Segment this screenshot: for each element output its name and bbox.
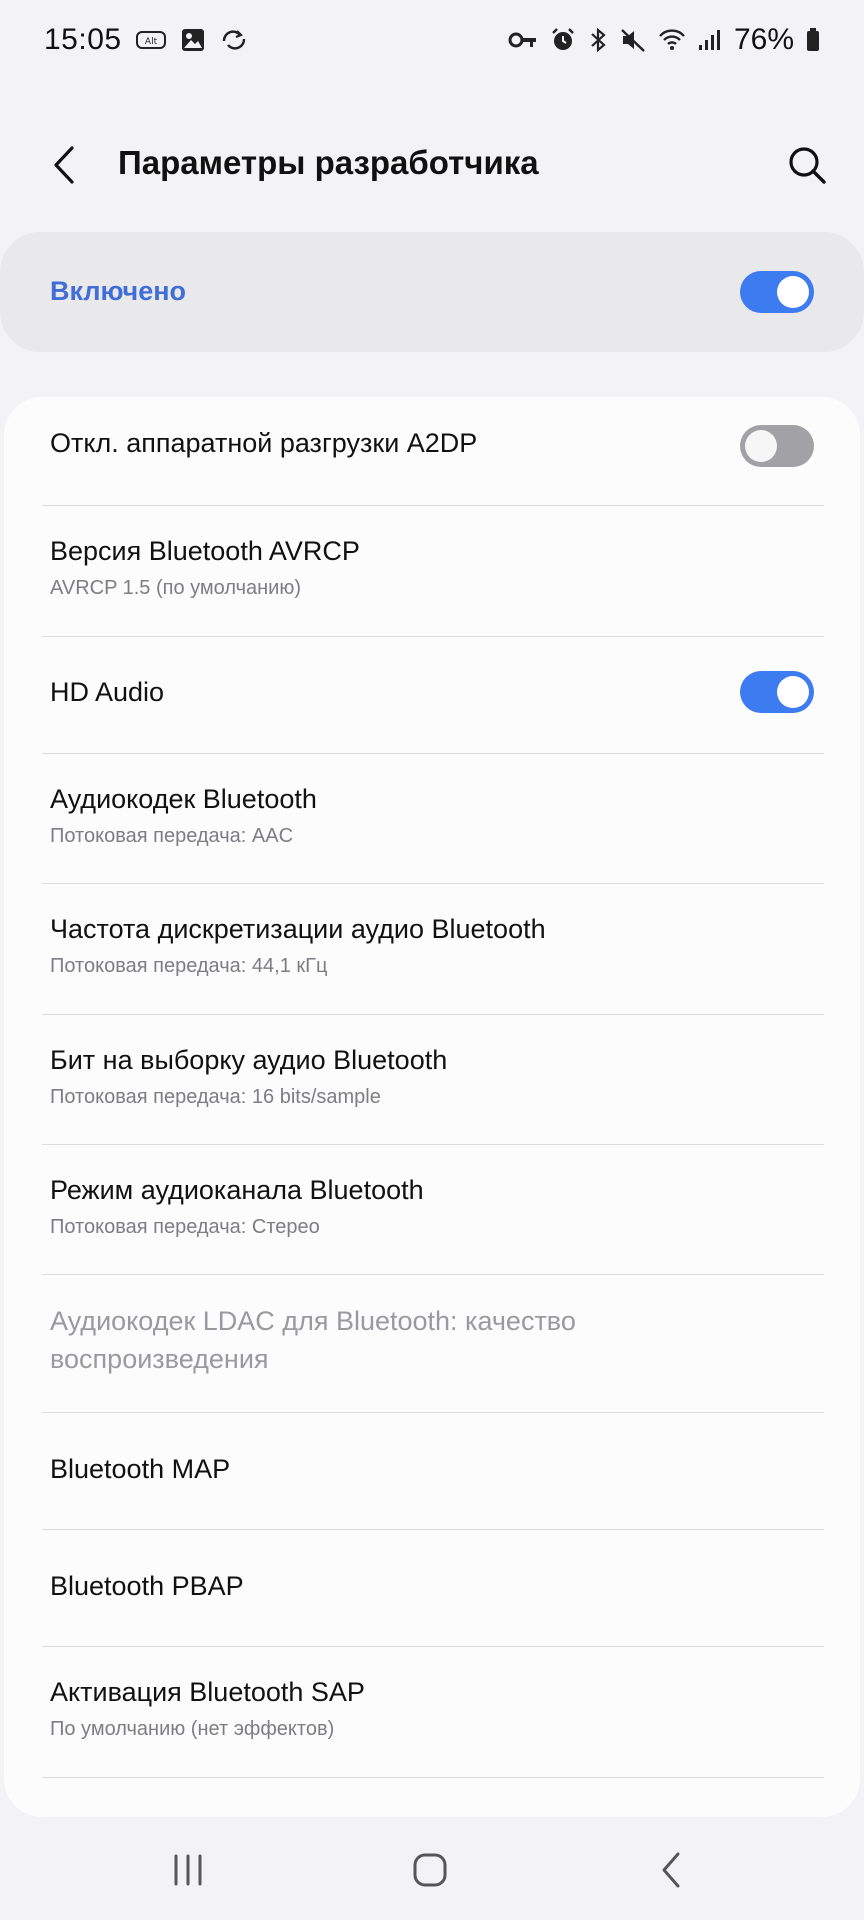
list-item-channel-mode[interactable]: Режим аудиоканала Bluetooth Потоковая пе… (4, 1145, 860, 1275)
hd-audio-toggle[interactable] (740, 671, 814, 713)
system-back-button[interactable] (642, 1848, 702, 1892)
item-label: Аудиокодек Bluetooth (50, 784, 317, 814)
item-sublabel: Потоковая передача: Стерео (50, 1216, 320, 1238)
item-label: Откл. аппаратной разгрузки A2DP (50, 428, 478, 458)
status-bar: 15:05 Alt 76% (0, 0, 864, 80)
key-icon (508, 28, 538, 52)
list-item-hd-audio[interactable]: HD Audio (4, 637, 860, 754)
item-sublabel: По умолчанию (нет эффектов) (50, 1718, 335, 1740)
list-item-sample-rate[interactable]: Частота дискретизации аудио Bluetooth По… (4, 884, 860, 1014)
bluetooth-icon (588, 27, 608, 53)
toggle-knob (777, 676, 809, 708)
item-label: Частота дискретизации аудио Bluetooth (50, 914, 546, 944)
navigation-bar (0, 1820, 864, 1920)
a2dp-offload-toggle[interactable] (740, 425, 814, 467)
list-item-ldac-quality: Аудиокодек LDAC для Bluetooth: качество … (4, 1275, 860, 1413)
recent-apps-icon (174, 1854, 202, 1886)
list-item-audio-codec[interactable]: Аудиокодек Bluetooth Потоковая передача:… (4, 754, 860, 884)
page-title: Параметры разработчика (118, 144, 539, 181)
app-bar: Параметры разработчика (0, 120, 864, 210)
item-label: Bluetooth MAP (50, 1454, 231, 1484)
item-sublabel: Потоковая передача: AAC (50, 825, 294, 847)
item-sublabel: Потоковая передача: 16 bits/sample (50, 1086, 381, 1108)
settings-list: Откл. аппаратной разгрузки A2DP Версия B… (4, 397, 860, 1817)
home-icon (413, 1853, 447, 1887)
gallery-icon (180, 27, 206, 53)
battery-icon (806, 28, 820, 52)
master-switch-label: Включено (50, 276, 187, 306)
toggle-knob (745, 430, 777, 462)
divider (42, 1777, 824, 1778)
developer-options-master-switch[interactable]: Включено (0, 232, 864, 352)
battery-percent: 76% (733, 23, 794, 56)
list-item-bits-per-sample[interactable]: Бит на выборку аудио Bluetooth Потоковая… (4, 1015, 860, 1145)
list-item-bluetooth-pbap[interactable]: Bluetooth PBAP (4, 1530, 860, 1646)
item-label: HD Audio (50, 677, 165, 707)
list-item-bluetooth-map[interactable]: Bluetooth MAP (4, 1413, 860, 1529)
list-item-bluetooth-sap[interactable]: Активация Bluetooth SAP По умолчанию (не… (4, 1647, 860, 1777)
item-label: Режим аудиоканала Bluetooth (50, 1175, 424, 1205)
svg-text:Alt: Alt (144, 37, 157, 47)
toggle-knob (777, 276, 809, 308)
search-icon (789, 147, 826, 184)
item-sublabel: AVRCP 1.5 (по умолчанию) (50, 577, 302, 599)
back-icon (662, 1852, 680, 1888)
item-label: Версия Bluetooth AVRCP (50, 536, 360, 566)
recent-apps-button[interactable] (158, 1848, 218, 1892)
list-item-a2dp-offload[interactable]: Откл. аппаратной разгрузки A2DP (4, 397, 860, 505)
item-sublabel: Потоковая передача: 44,1 кГц (50, 955, 328, 977)
item-label: Аудиокодек LDAC для Bluetooth: качество … (50, 1306, 576, 1374)
sync-icon (220, 27, 248, 53)
item-label: Бит на выборку аудио Bluetooth (50, 1045, 448, 1075)
item-label: Bluetooth PBAP (50, 1571, 244, 1601)
search-button[interactable] (782, 140, 834, 192)
back-button[interactable] (40, 140, 90, 190)
wifi-icon (658, 28, 686, 52)
mute-icon (620, 27, 646, 53)
alt-icon: Alt (135, 29, 166, 51)
item-label: Активация Bluetooth SAP (50, 1677, 365, 1707)
alarm-icon (550, 27, 576, 53)
signal-icon (698, 28, 722, 52)
status-time: 15:05 (44, 23, 122, 56)
home-button[interactable] (400, 1848, 460, 1892)
list-item-avrcp-version[interactable]: Версия Bluetooth AVRCP AVRCP 1.5 (по умо… (4, 506, 860, 636)
chevron-left-icon (54, 146, 74, 184)
master-toggle[interactable] (740, 271, 814, 313)
